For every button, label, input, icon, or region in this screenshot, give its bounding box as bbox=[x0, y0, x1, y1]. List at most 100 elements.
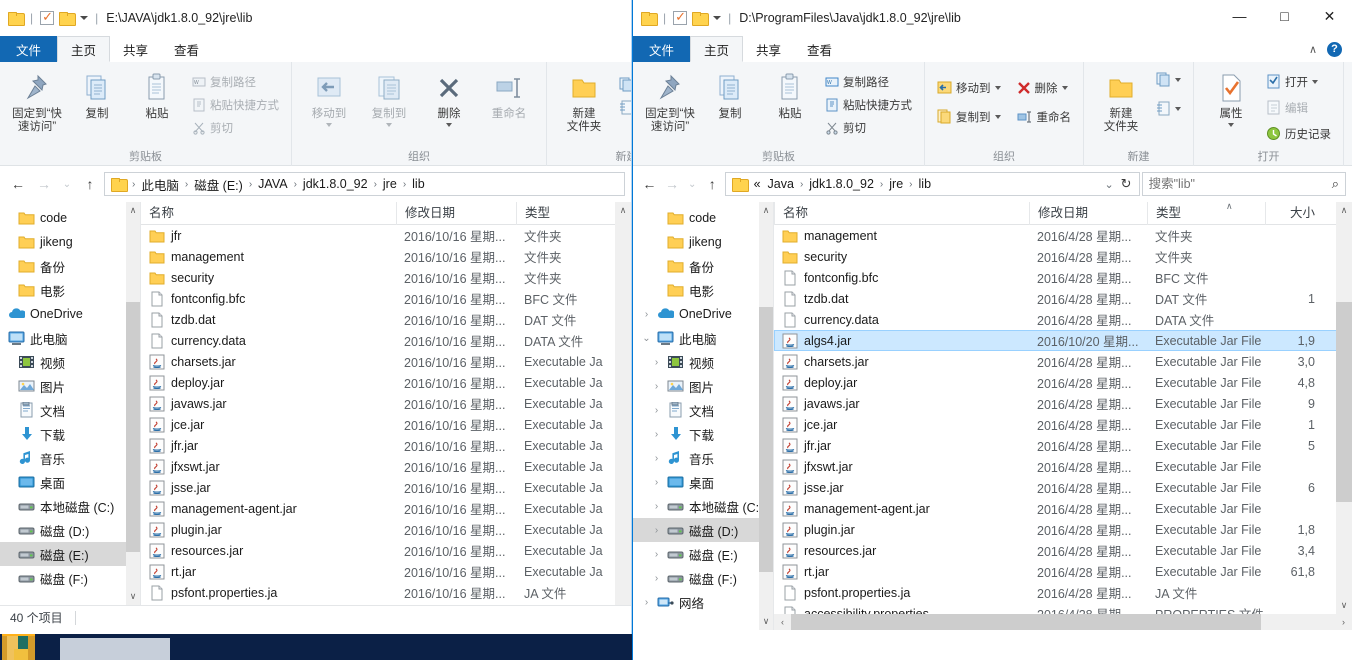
list-hscrollbar-right[interactable]: ‹ › bbox=[774, 614, 1352, 630]
properties-check-icon[interactable] bbox=[40, 9, 55, 25]
new-folder-button-right[interactable]: 新建 文件夹 bbox=[1092, 66, 1150, 134]
tab-file-left[interactable]: 文件 bbox=[0, 36, 58, 62]
pin-to-quick-access-button-left[interactable]: 固定到“快 速访问” bbox=[8, 66, 66, 134]
breadcrumb-separator[interactable]: › bbox=[293, 179, 298, 190]
nav-item-备份[interactable]: › 备份 bbox=[633, 254, 773, 278]
delete-button-right[interactable]: 删除 bbox=[1013, 77, 1076, 98]
column-header-0[interactable]: 名称 bbox=[774, 202, 1029, 225]
rename-button-right[interactable]: 重命名 bbox=[1013, 106, 1076, 127]
pin-to-quick-access-button-right[interactable]: 固定到“快 速访问” bbox=[641, 66, 699, 134]
table-row[interactable]: currency.data 2016/4/28 星期... DATA 文件 bbox=[774, 309, 1352, 330]
easy-access-button-left[interactable]: 轻松访问 bbox=[615, 97, 631, 118]
chevron-right-icon[interactable]: › bbox=[651, 213, 662, 224]
cut-button-right[interactable]: 剪切 bbox=[821, 117, 916, 138]
scroll-thumb[interactable] bbox=[1336, 302, 1352, 502]
breadcrumb-overflow[interactable]: « bbox=[752, 177, 763, 191]
table-row[interactable]: security 2016/10/16 星期... 文件夹 bbox=[141, 267, 631, 288]
table-row[interactable]: jfxswt.jar 2016/4/28 星期... Executable Jar … bbox=[774, 456, 1352, 477]
chevron-down-icon[interactable] bbox=[1312, 79, 1318, 84]
forward-button-right[interactable]: → bbox=[662, 172, 683, 196]
breadcrumb-item-5[interactable]: lib bbox=[408, 177, 429, 191]
new-folder-icon[interactable] bbox=[692, 12, 710, 26]
back-button-right[interactable]: ← bbox=[639, 172, 660, 196]
table-row[interactable]: jfr.jar 2016/4/28 星期... Executable Jar Fil… bbox=[774, 435, 1352, 456]
nav-item-磁盘 (E:)[interactable]: 磁盘 (E:) bbox=[0, 542, 140, 566]
table-row[interactable]: tzdb.dat 2016/4/28 星期... DAT 文件 1 bbox=[774, 288, 1352, 309]
minimize-button[interactable]: — bbox=[1217, 0, 1262, 32]
up-button-right[interactable]: ↑ bbox=[702, 172, 723, 196]
chevron-right-icon[interactable]: › bbox=[651, 573, 662, 584]
chevron-right-icon[interactable]: › bbox=[651, 429, 662, 440]
forward-button-left[interactable]: → bbox=[32, 172, 56, 196]
chevron-down-icon[interactable] bbox=[994, 114, 1001, 119]
table-row[interactable]: management 2016/10/16 星期... 文件夹 bbox=[141, 246, 631, 267]
table-row[interactable]: resources.jar 2016/10/16 星期... Executable … bbox=[141, 540, 631, 561]
table-row[interactable]: algs4.jar 2016/10/20 星期... Executable Jar … bbox=[774, 330, 1352, 351]
collapse-ribbon-icon[interactable]: ∧ bbox=[1309, 43, 1317, 56]
nav-item-磁盘 (E:)[interactable]: › 磁盘 (E:) bbox=[633, 542, 773, 566]
nav-item-OneDrive[interactable]: › OneDrive bbox=[633, 302, 773, 326]
copy-button-right[interactable]: 复制 bbox=[701, 66, 759, 121]
tab-share-right[interactable]: 共享 bbox=[743, 36, 794, 62]
chevron-down-icon[interactable] bbox=[386, 123, 392, 127]
chevron-right-icon[interactable]: › bbox=[651, 549, 662, 560]
chevron-down-icon[interactable] bbox=[994, 85, 1001, 90]
chevron-down-icon[interactable]: ⌄ bbox=[641, 333, 652, 344]
breadcrumb-item-3[interactable]: lib bbox=[915, 177, 936, 191]
scroll-up-icon[interactable]: ∧ bbox=[759, 202, 773, 219]
scroll-thumb[interactable] bbox=[126, 302, 140, 552]
taskbar-thumbnail-2[interactable] bbox=[60, 638, 170, 660]
table-row[interactable]: jfr.jar 2016/10/16 星期... Executable Ja bbox=[141, 435, 631, 456]
history-button-right[interactable]: 历史记录 bbox=[1262, 123, 1335, 144]
breadcrumb-separator[interactable]: › bbox=[402, 179, 407, 190]
chevron-down-icon[interactable] bbox=[80, 16, 89, 20]
tab-home-left[interactable]: 主页 bbox=[57, 36, 111, 62]
new-folder-icon[interactable] bbox=[59, 12, 77, 26]
table-row[interactable]: jce.jar 2016/10/16 星期... Executable Ja bbox=[141, 414, 631, 435]
properties-button-right[interactable]: 属性 bbox=[1202, 66, 1260, 127]
quick-access-toolbar-left[interactable]: | | bbox=[8, 9, 100, 26]
new-item-button-left[interactable]: 新建项目 bbox=[615, 74, 631, 95]
nav-item-文档[interactable]: 文档 bbox=[0, 398, 140, 422]
copy-to-button-left[interactable]: 复制到 bbox=[360, 66, 418, 127]
table-row[interactable]: psfont.properties.ja 2016/4/28 星期... JA 文件 bbox=[774, 582, 1352, 603]
nav-item-磁盘 (F:)[interactable]: › 磁盘 (F:) bbox=[633, 566, 773, 590]
nav-item-电影[interactable]: › 电影 bbox=[633, 278, 773, 302]
breadcrumb-separator[interactable]: › bbox=[908, 179, 913, 190]
help-icon[interactable]: ? bbox=[1327, 41, 1342, 57]
breadcrumb-item-2[interactable]: jre bbox=[885, 177, 907, 191]
table-row[interactable]: resources.jar 2016/4/28 星期... Executable J… bbox=[774, 540, 1352, 561]
search-box-right[interactable]: ⌕ bbox=[1141, 172, 1347, 196]
nav-item-图片[interactable]: 图片 bbox=[0, 374, 140, 398]
table-row[interactable]: charsets.jar 2016/4/28 星期... Executable Ja… bbox=[774, 351, 1352, 372]
table-row[interactable]: psfont.properties.ja 2016/10/16 星期... JA 文… bbox=[141, 582, 631, 603]
breadcrumb-item-1[interactable]: 磁盘 (E:) bbox=[190, 175, 247, 194]
chevron-right-icon[interactable]: › bbox=[651, 477, 662, 488]
table-row[interactable]: rt.jar 2016/4/28 星期... Executable Jar File… bbox=[774, 561, 1352, 582]
rename-button-left[interactable]: 重命名 bbox=[480, 66, 538, 121]
scroll-down-icon[interactable]: ∨ bbox=[1336, 597, 1352, 614]
table-row[interactable]: rt.jar 2016/10/16 星期... Executable Ja bbox=[141, 561, 631, 582]
nav-item-磁盘 (D:)[interactable]: › 磁盘 (D:) bbox=[633, 518, 773, 542]
tab-file-right[interactable]: 文件 bbox=[633, 36, 691, 62]
chevron-right-icon[interactable]: › bbox=[651, 237, 662, 248]
breadcrumb-item-3[interactable]: jdk1.8.0_92 bbox=[299, 177, 372, 191]
table-row[interactable]: plugin.jar 2016/4/28 星期... Executable Jar … bbox=[774, 519, 1352, 540]
table-row[interactable]: management 2016/4/28 星期... 文件夹 bbox=[774, 225, 1352, 246]
table-row[interactable]: plugin.jar 2016/10/16 星期... Executable Ja bbox=[141, 519, 631, 540]
search-icon[interactable]: ⌕ bbox=[1332, 176, 1339, 192]
back-button-left[interactable]: ← bbox=[6, 172, 30, 196]
scroll-up-icon[interactable]: ∧ bbox=[615, 202, 631, 219]
column-header-1[interactable]: 修改日期 bbox=[396, 202, 516, 225]
nav-item-OneDrive[interactable]: OneDrive bbox=[0, 302, 140, 326]
chevron-down-icon[interactable] bbox=[446, 123, 452, 127]
breadcrumb-left[interactable]: › 此电脑 › 磁盘 (E:) › JAVA › jdk1.8.0_92 › j… bbox=[104, 172, 625, 196]
refresh-icon[interactable]: ↻ bbox=[1121, 176, 1132, 192]
scroll-left-icon[interactable]: ‹ bbox=[774, 617, 791, 627]
breadcrumb-item-0[interactable]: 此电脑 bbox=[137, 175, 183, 194]
nav-item-本地磁盘 (C:)[interactable]: › 本地磁盘 (C:) bbox=[633, 494, 773, 518]
paste-button-left[interactable]: 粘贴 bbox=[128, 66, 186, 121]
scroll-down-icon[interactable]: ∨ bbox=[759, 613, 773, 630]
table-row[interactable]: jce.jar 2016/4/28 星期... Executable Jar Fil… bbox=[774, 414, 1352, 435]
chevron-down-icon[interactable] bbox=[326, 123, 332, 127]
